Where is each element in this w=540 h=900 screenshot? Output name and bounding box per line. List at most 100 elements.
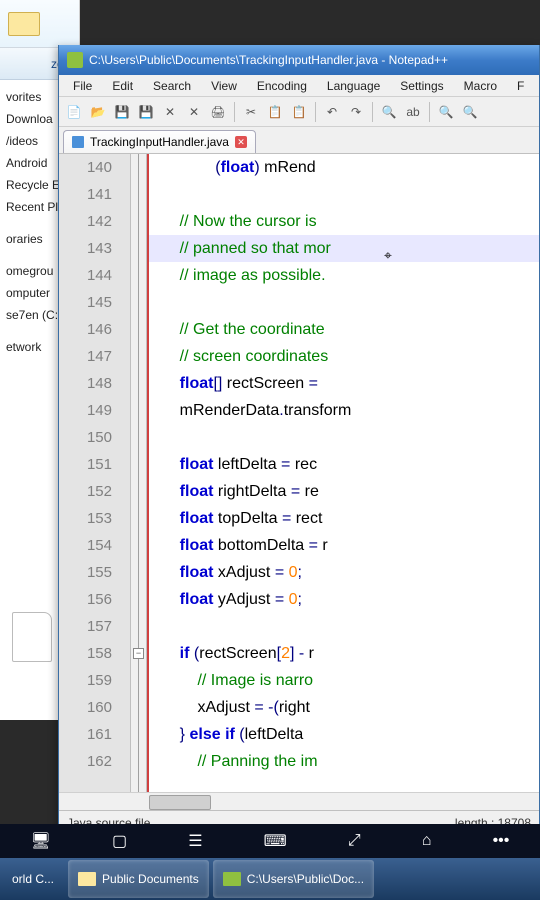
horizontal-scrollbar[interactable] bbox=[59, 792, 539, 810]
new-file-icon[interactable]: 📄 bbox=[63, 101, 85, 123]
more-icon[interactable]: ••• bbox=[493, 832, 510, 850]
editor[interactable]: 1401411421431441451461471481491501511521… bbox=[59, 153, 539, 804]
remote-control-bar[interactable]: 🖥 ▢ ☰ ⌨ ⤢ ⌂ ••• bbox=[0, 824, 540, 858]
taskbar-label: orld C... bbox=[12, 872, 54, 886]
separator bbox=[234, 102, 235, 122]
line-number: 162 bbox=[59, 748, 130, 775]
code-line[interactable]: } else if (leftDelta bbox=[149, 721, 539, 748]
find-icon[interactable]: 🔍 bbox=[378, 101, 400, 123]
code-line[interactable]: xAdjust = -(right bbox=[149, 694, 539, 721]
menu-encoding[interactable]: Encoding bbox=[247, 77, 317, 95]
save-all-icon[interactable]: 💾 bbox=[135, 101, 157, 123]
open-file-icon[interactable]: 📂 bbox=[87, 101, 109, 123]
code-line[interactable]: // Get the coordinate bbox=[149, 316, 539, 343]
code-line[interactable]: // Now the cursor is bbox=[149, 208, 539, 235]
menu-search[interactable]: Search bbox=[143, 77, 201, 95]
taskbar-folder-left[interactable]: orld C... bbox=[2, 860, 64, 898]
menu-macro[interactable]: Macro bbox=[454, 77, 507, 95]
copy-icon[interactable]: 📋 bbox=[264, 101, 286, 123]
fold-toggle-icon[interactable]: − bbox=[133, 648, 144, 659]
explorer-header bbox=[0, 0, 79, 48]
tab-active[interactable]: TrackingInputHandler.java ✕ bbox=[63, 130, 256, 153]
code-line[interactable]: // panned so that mor bbox=[149, 235, 539, 262]
titlebar[interactable]: C:\Users\Public\Documents\TrackingInputH… bbox=[59, 45, 539, 75]
save-icon[interactable]: 💾 bbox=[111, 101, 133, 123]
zoom-out-icon[interactable]: 🔍 bbox=[459, 101, 481, 123]
close-icon[interactable]: ✕ bbox=[235, 136, 247, 148]
home-icon[interactable]: ⌂ bbox=[422, 832, 432, 850]
app-icon bbox=[67, 52, 83, 68]
menu-view[interactable]: View bbox=[201, 77, 247, 95]
zoom-in-icon[interactable]: 🔍 bbox=[435, 101, 457, 123]
code-line[interactable]: float yAdjust = 0; bbox=[149, 586, 539, 613]
line-number: 142 bbox=[59, 208, 130, 235]
code-line[interactable]: float topDelta = rect bbox=[149, 505, 539, 532]
keyboard-icon[interactable]: ⌨ bbox=[264, 831, 287, 851]
npp-icon bbox=[223, 872, 241, 886]
line-number: 148 bbox=[59, 370, 130, 397]
close-all-icon[interactable]: ✕ bbox=[183, 101, 205, 123]
print-icon[interactable]: 🖨 bbox=[207, 101, 229, 123]
code-line[interactable]: mRenderData.transform bbox=[149, 397, 539, 424]
line-number: 157 bbox=[59, 613, 130, 640]
fold-column[interactable]: − bbox=[131, 154, 147, 804]
code-line[interactable]: // screen coordinates bbox=[149, 343, 539, 370]
code-line[interactable]: (float) mRend bbox=[149, 154, 539, 181]
code-line[interactable]: float bottomDelta = r bbox=[149, 532, 539, 559]
taskbar-label: Public Documents bbox=[102, 872, 199, 886]
folder-icon bbox=[8, 12, 40, 36]
code-line[interactable]: // image as possible. bbox=[149, 262, 539, 289]
paste-icon[interactable]: 📋 bbox=[288, 101, 310, 123]
taskbar-item-explorer[interactable]: Public Documents bbox=[68, 860, 209, 898]
menu-edit[interactable]: Edit bbox=[102, 77, 143, 95]
code-line[interactable] bbox=[149, 289, 539, 316]
stack-icon[interactable]: ☰ bbox=[188, 831, 202, 851]
file-icon[interactable] bbox=[12, 612, 52, 662]
notepadpp-window: C:\Users\Public\Documents\TrackingInputH… bbox=[58, 45, 540, 835]
redo-icon[interactable]: ↷ bbox=[345, 101, 367, 123]
menu-settings[interactable]: Settings bbox=[390, 77, 453, 95]
menu-file[interactable]: File bbox=[63, 77, 102, 95]
line-number: 145 bbox=[59, 289, 130, 316]
undo-icon[interactable]: ↶ bbox=[321, 101, 343, 123]
code-line[interactable]: if (rectScreen[2] - r bbox=[149, 640, 539, 667]
line-number: 149 bbox=[59, 397, 130, 424]
code-line[interactable] bbox=[149, 424, 539, 451]
tab-label: TrackingInputHandler.java bbox=[90, 135, 229, 149]
code-line[interactable]: // Image is narro bbox=[149, 667, 539, 694]
java-file-icon bbox=[72, 136, 84, 148]
code-line[interactable]: float leftDelta = rec bbox=[149, 451, 539, 478]
line-number: 151 bbox=[59, 451, 130, 478]
code-line[interactable]: float xAdjust = 0; bbox=[149, 559, 539, 586]
separator bbox=[372, 102, 373, 122]
line-number: 161 bbox=[59, 721, 130, 748]
line-number: 153 bbox=[59, 505, 130, 532]
code-line[interactable] bbox=[149, 181, 539, 208]
line-number: 144 bbox=[59, 262, 130, 289]
code-area[interactable]: ⌖ (float) mRend // Now the cursor is // … bbox=[149, 154, 539, 804]
code-line[interactable]: float[] rectScreen = bbox=[149, 370, 539, 397]
arrows-icon[interactable]: ⤢ bbox=[348, 832, 361, 850]
code-line[interactable]: float rightDelta = re bbox=[149, 478, 539, 505]
folder-icon bbox=[78, 872, 96, 886]
line-number: 158 bbox=[59, 640, 130, 667]
window-icon[interactable]: ▢ bbox=[112, 831, 127, 851]
separator bbox=[315, 102, 316, 122]
cut-icon[interactable]: ✂ bbox=[240, 101, 262, 123]
line-number: 159 bbox=[59, 667, 130, 694]
code-line[interactable] bbox=[149, 613, 539, 640]
taskbar-label: C:\Users\Public\Doc... bbox=[247, 872, 364, 886]
close-file-icon[interactable]: ✕ bbox=[159, 101, 181, 123]
code-line[interactable]: // Panning the im bbox=[149, 748, 539, 775]
taskbar-item-notepadpp[interactable]: C:\Users\Public\Doc... bbox=[213, 860, 374, 898]
taskbar[interactable]: 🖥 ▢ ☰ ⌨ ⤢ ⌂ ••• orld C... Public Documen… bbox=[0, 858, 540, 900]
menu-f[interactable]: F bbox=[507, 77, 534, 95]
line-number: 155 bbox=[59, 559, 130, 586]
line-number: 140 bbox=[59, 154, 130, 181]
replace-icon[interactable]: ab bbox=[402, 101, 424, 123]
monitor-icon[interactable]: 🖥 bbox=[31, 831, 51, 851]
line-number: 143 bbox=[59, 235, 130, 262]
line-number: 154 bbox=[59, 532, 130, 559]
line-number: 152 bbox=[59, 478, 130, 505]
menu-language[interactable]: Language bbox=[317, 77, 390, 95]
